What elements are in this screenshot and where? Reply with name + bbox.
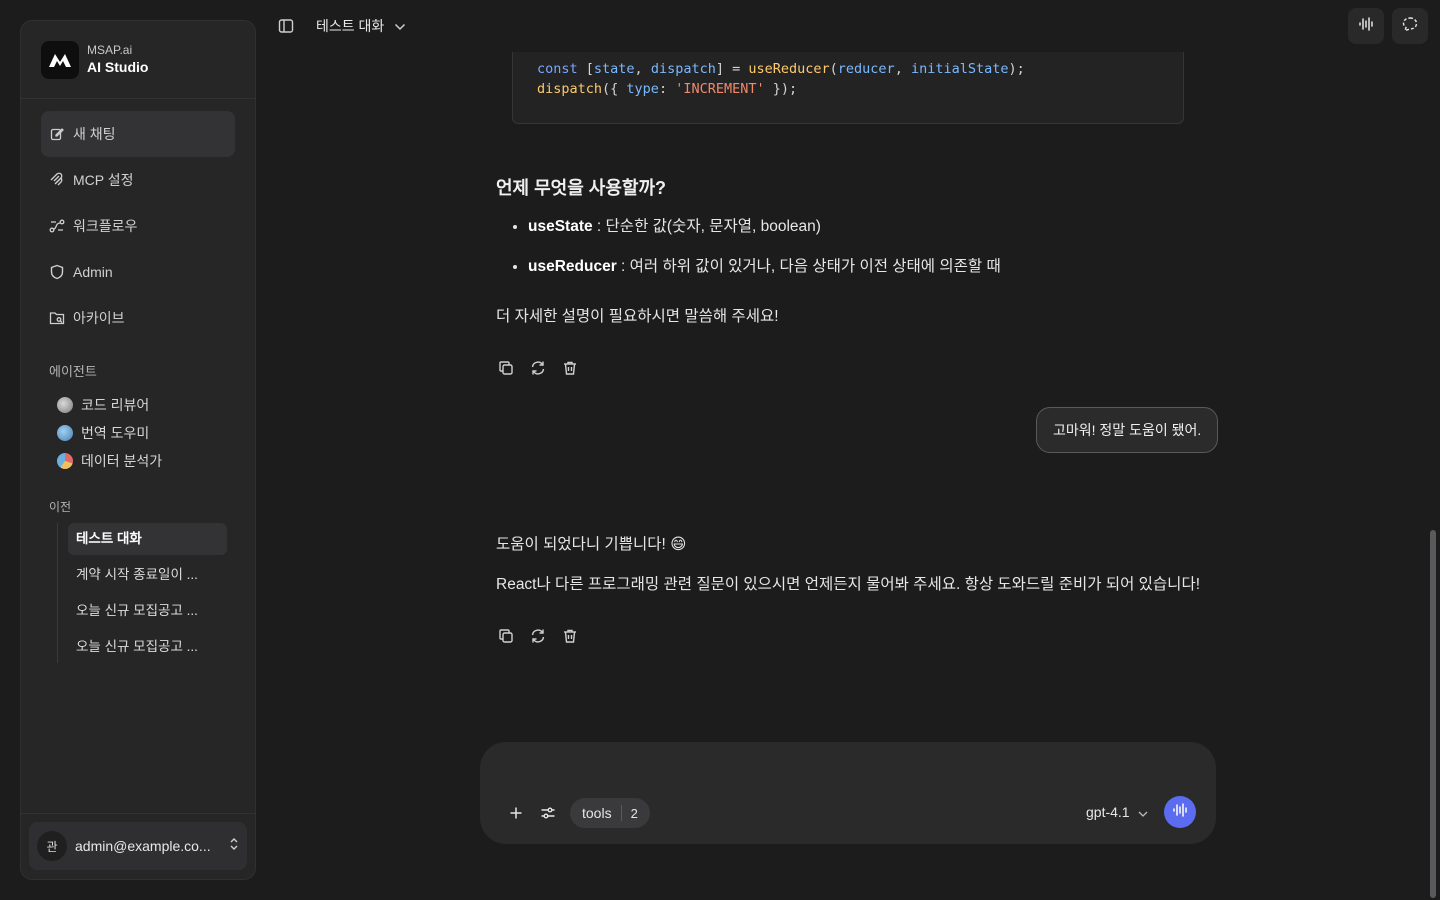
message-composer[interactable]: tools 2 gpt-4.1: [480, 742, 1216, 844]
shield-icon: [49, 264, 65, 280]
code-block: const [state, dispatch] = useReducer(red…: [512, 52, 1184, 124]
voice-input-button[interactable]: [1164, 796, 1196, 828]
history-item[interactable]: 테스트 대화: [68, 523, 227, 555]
conversation-title-dropdown[interactable]: 테스트 대화: [316, 16, 406, 36]
chevron-down-icon: [1138, 804, 1148, 820]
code-line: const [state, dispatch] = useReducer(red…: [537, 61, 1025, 77]
top-bar: 테스트 대화: [256, 0, 1440, 52]
tools-count: 2: [630, 805, 638, 821]
nav-label: 아카이브: [73, 310, 125, 326]
archive-icon: [49, 310, 65, 326]
history-item[interactable]: 오늘 신규 모집공고 ...: [68, 595, 227, 627]
reply-line: 도움이 되었다니 기쁩니다! 😄: [496, 536, 687, 553]
tools-label: tools: [582, 805, 612, 821]
nav-label: 워크플로우: [73, 218, 138, 234]
agent-avatar-icon: [57, 453, 73, 469]
mcp-icon: [49, 172, 65, 188]
sidebar-toggle-icon[interactable]: [272, 12, 300, 40]
model-selector[interactable]: gpt-4.1: [1086, 804, 1148, 820]
new-conversation-button[interactable]: [1392, 8, 1428, 44]
chevron-up-down-icon: [229, 836, 239, 857]
nav-label: MCP 설정: [73, 172, 134, 188]
history-section-title: 이전: [49, 500, 72, 514]
brand-title: AI Studio: [87, 58, 149, 75]
voice-mode-button[interactable]: [1348, 8, 1384, 44]
history-list: 테스트 대화 계약 시작 종료일이 ... 오늘 신규 모집공고 ... 오늘 …: [57, 523, 255, 663]
divider: [620, 805, 622, 821]
user-footer: 관 admin@example.co...: [21, 813, 255, 879]
user-message-bubble: 고마워! 정말 도움이 됐어.: [1036, 407, 1219, 453]
user-menu-button[interactable]: 관 admin@example.co...: [29, 822, 247, 870]
agent-label: 코드 리뷰어: [81, 397, 150, 413]
regenerate-icon[interactable]: [528, 358, 548, 378]
agent-item-translator[interactable]: 번역 도우미: [21, 419, 255, 447]
code-line: dispatch({ type: 'INCREMENT' });: [537, 81, 798, 97]
user-email: admin@example.co...: [75, 838, 211, 854]
chevron-down-icon: [394, 18, 406, 34]
message-actions: [496, 358, 580, 378]
waveform-icon: [1172, 802, 1188, 823]
answer-bullets: useState : 단순한 값(숫자, 문자열, boolean) useRe…: [528, 216, 1001, 296]
sidebar: MSAP.ai AI Studio 새 채팅 MCP 설정 워크플로우 Admi…: [20, 20, 256, 880]
copy-icon[interactable]: [496, 358, 516, 378]
agents-section-title: 에이전트: [49, 364, 97, 379]
nav-label: 새 채팅: [73, 126, 116, 142]
list-item: useReducer : 여러 하위 값이 있거나, 다음 상태가 이전 상태에…: [528, 256, 1001, 296]
workflow-icon: [49, 218, 65, 234]
nav-label: Admin: [73, 264, 113, 280]
agent-avatar-icon: [57, 397, 73, 413]
agents-list: 코드 리뷰어 번역 도우미 데이터 분석가: [21, 391, 255, 475]
sidebar-item-workflow[interactable]: 워크플로우: [41, 203, 235, 249]
agent-label: 데이터 분석가: [81, 453, 163, 469]
avatar: 관: [37, 831, 67, 861]
trash-icon[interactable]: [560, 358, 580, 378]
agent-item-code-reviewer[interactable]: 코드 리뷰어: [21, 391, 255, 419]
history-item[interactable]: 오늘 신규 모집공고 ...: [68, 631, 227, 663]
conversation-title: 테스트 대화: [316, 18, 385, 34]
tools-chip[interactable]: tools 2: [570, 798, 650, 828]
sidebar-item-admin[interactable]: Admin: [41, 249, 235, 295]
reply-line: React나 다른 프로그래밍 관련 질문이 있으시면 언제든지 물어봐 주세요…: [496, 576, 1201, 593]
agent-avatar-icon: [57, 425, 73, 441]
message-actions: [496, 626, 580, 646]
scrollbar[interactable]: [1430, 530, 1436, 898]
model-label: gpt-4.1: [1086, 804, 1130, 820]
chat-bubble-icon: [1402, 16, 1418, 37]
regenerate-icon[interactable]: [528, 626, 548, 646]
sidebar-item-archive[interactable]: 아카이브: [41, 295, 235, 341]
history-item[interactable]: 계약 시작 종료일이 ...: [68, 559, 227, 591]
list-item: useState : 단순한 값(숫자, 문자열, boolean): [528, 216, 1001, 256]
answer-closing: 더 자세한 설명이 필요하시면 말씀해 주세요!: [496, 308, 779, 325]
brand[interactable]: MSAP.ai AI Studio: [21, 21, 255, 99]
edit-icon: [49, 126, 65, 142]
plus-icon[interactable]: [504, 801, 528, 825]
copy-icon[interactable]: [496, 626, 516, 646]
agent-item-data-analyst[interactable]: 데이터 분석가: [21, 447, 255, 475]
composer-tools: tools 2: [504, 798, 650, 828]
msap-logo: [41, 40, 79, 79]
new-chat-button[interactable]: 새 채팅: [41, 111, 235, 157]
answer-heading: 언제 무엇을 사용할까?: [496, 178, 667, 198]
sidebar-nav: 새 채팅 MCP 설정 워크플로우 Admin 아카이브: [21, 99, 255, 341]
waveform-icon: [1358, 16, 1374, 37]
settings-sliders-icon[interactable]: [536, 801, 560, 825]
sidebar-item-mcp[interactable]: MCP 설정: [41, 157, 235, 203]
trash-icon[interactable]: [560, 626, 580, 646]
agent-label: 번역 도우미: [81, 425, 150, 441]
brand-subtitle: MSAP.ai: [87, 42, 133, 57]
